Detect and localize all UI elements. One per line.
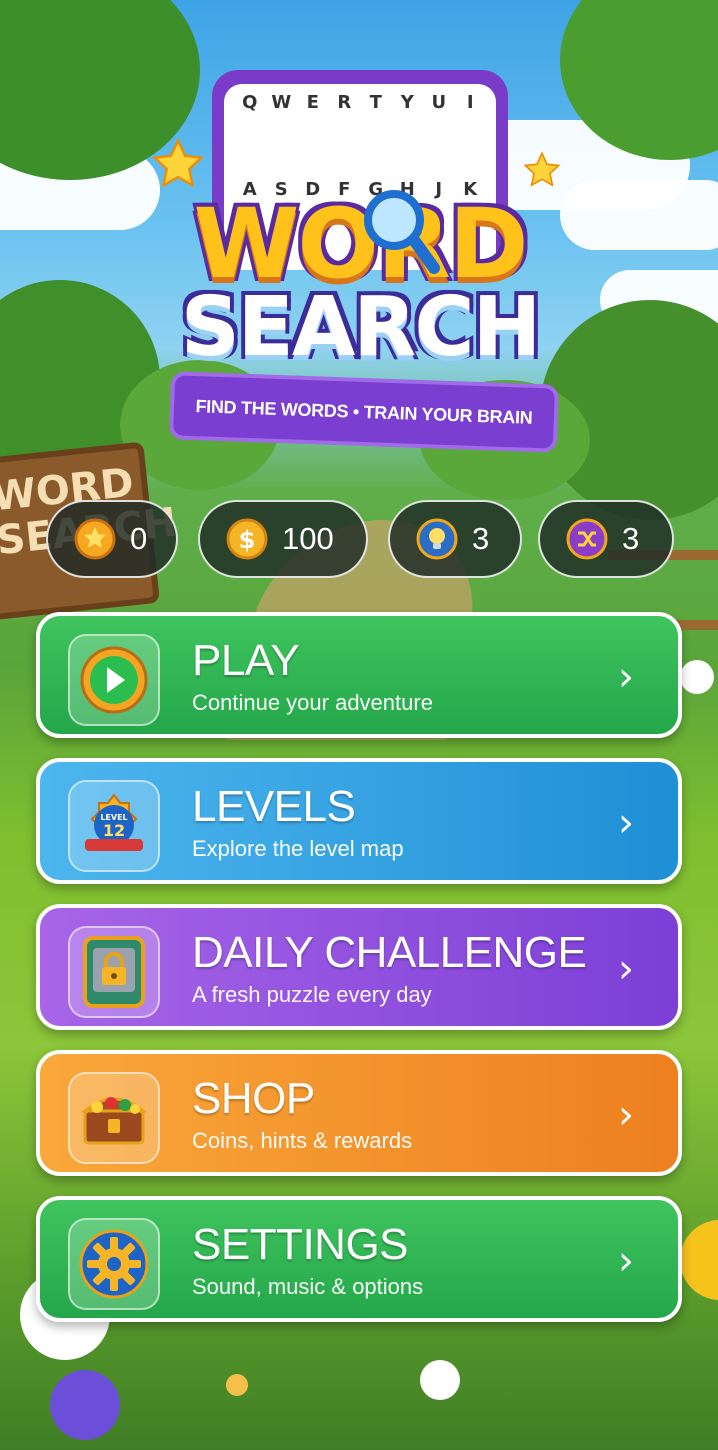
levels-icon-tile: LEVEL 12: [68, 780, 160, 872]
star-decoration-icon: [523, 151, 561, 187]
gear-icon: [79, 1229, 149, 1299]
hints-value: 3: [472, 521, 490, 556]
chevron-right-icon: ›: [618, 946, 634, 992]
grid-letter: U: [431, 92, 447, 113]
tagline: FIND THE WORDS • TRAIN YOUR BRAIN: [195, 395, 533, 428]
daily-icon-tile: [68, 926, 160, 1018]
grid-letter: E: [306, 92, 319, 113]
play-title: PLAY: [192, 636, 300, 685]
star-coin-icon: [74, 518, 116, 560]
magnifier-icon: [364, 190, 440, 274]
settings-subtitle: Sound, music & options: [192, 1274, 424, 1299]
grid-letter: R: [337, 92, 352, 113]
level-badge-icon: LEVEL 12: [85, 793, 143, 851]
daily-challenge-button[interactable]: DAILY CHALLENGE A fresh puzzle every day…: [36, 904, 682, 1030]
levels-button[interactable]: LEVEL 12 LEVELS Explore the level map ›: [36, 758, 682, 884]
daily-subtitle: A fresh puzzle every day: [192, 982, 432, 1007]
logo-title-search: SEARCH: [180, 280, 541, 375]
shuffles-counter: 3: [538, 500, 674, 578]
stars-counter: 0: [46, 500, 178, 578]
shop-subtitle: Coins, hints & rewards: [192, 1128, 413, 1153]
grid-letter: I: [466, 92, 474, 113]
chevron-right-icon: ›: [618, 1092, 634, 1138]
daily-title: DAILY CHALLENGE: [192, 928, 587, 977]
level-badge-number: 12: [103, 821, 125, 840]
shuffles-value: 3: [622, 521, 640, 556]
star-decoration-icon: [152, 137, 204, 188]
chevron-right-icon: ›: [618, 654, 634, 700]
levels-subtitle: Explore the level map: [192, 836, 404, 861]
treasure-chest-icon: [80, 1097, 148, 1145]
hints-counter: 3: [388, 500, 522, 578]
chevron-right-icon: ›: [618, 1238, 634, 1284]
game-logo: Q W E R T Y U I A S D F G H J K WORD SEA…: [150, 70, 570, 460]
stars-value: 0: [130, 521, 148, 556]
chevron-right-icon: ›: [618, 800, 634, 846]
grid-letter: W: [271, 92, 292, 113]
play-subtitle: Continue your adventure: [192, 690, 433, 715]
grid-letter: Y: [400, 92, 414, 113]
play-button[interactable]: PLAY Continue your adventure ›: [36, 612, 682, 738]
shop-icon-tile: [68, 1072, 160, 1164]
currency-bar: 0 $ 100 3 3: [46, 500, 674, 582]
settings-title: SETTINGS: [192, 1220, 409, 1269]
tagline-ribbon: FIND THE WORDS • TRAIN YOUR BRAIN: [168, 371, 560, 453]
play-icon: [80, 646, 148, 714]
play-icon-tile: [68, 634, 160, 726]
coins-value: 100: [282, 521, 334, 556]
hint-bulb-icon: [416, 518, 458, 560]
grid-letter: T: [369, 92, 382, 113]
gold-coin-icon: $: [226, 518, 268, 560]
shop-button[interactable]: SHOP Coins, hints & rewards ›: [36, 1050, 682, 1176]
lock-icon: [83, 936, 145, 1008]
settings-button[interactable]: SETTINGS Sound, music & options ›: [36, 1196, 682, 1322]
grid-letter: Q: [242, 92, 258, 113]
shuffle-icon: [566, 518, 608, 560]
svg-text:$: $: [239, 526, 256, 554]
levels-title: LEVELS: [192, 782, 356, 831]
coins-counter: $ 100: [198, 500, 368, 578]
shop-title: SHOP: [192, 1074, 315, 1123]
settings-icon-tile: [68, 1218, 160, 1310]
